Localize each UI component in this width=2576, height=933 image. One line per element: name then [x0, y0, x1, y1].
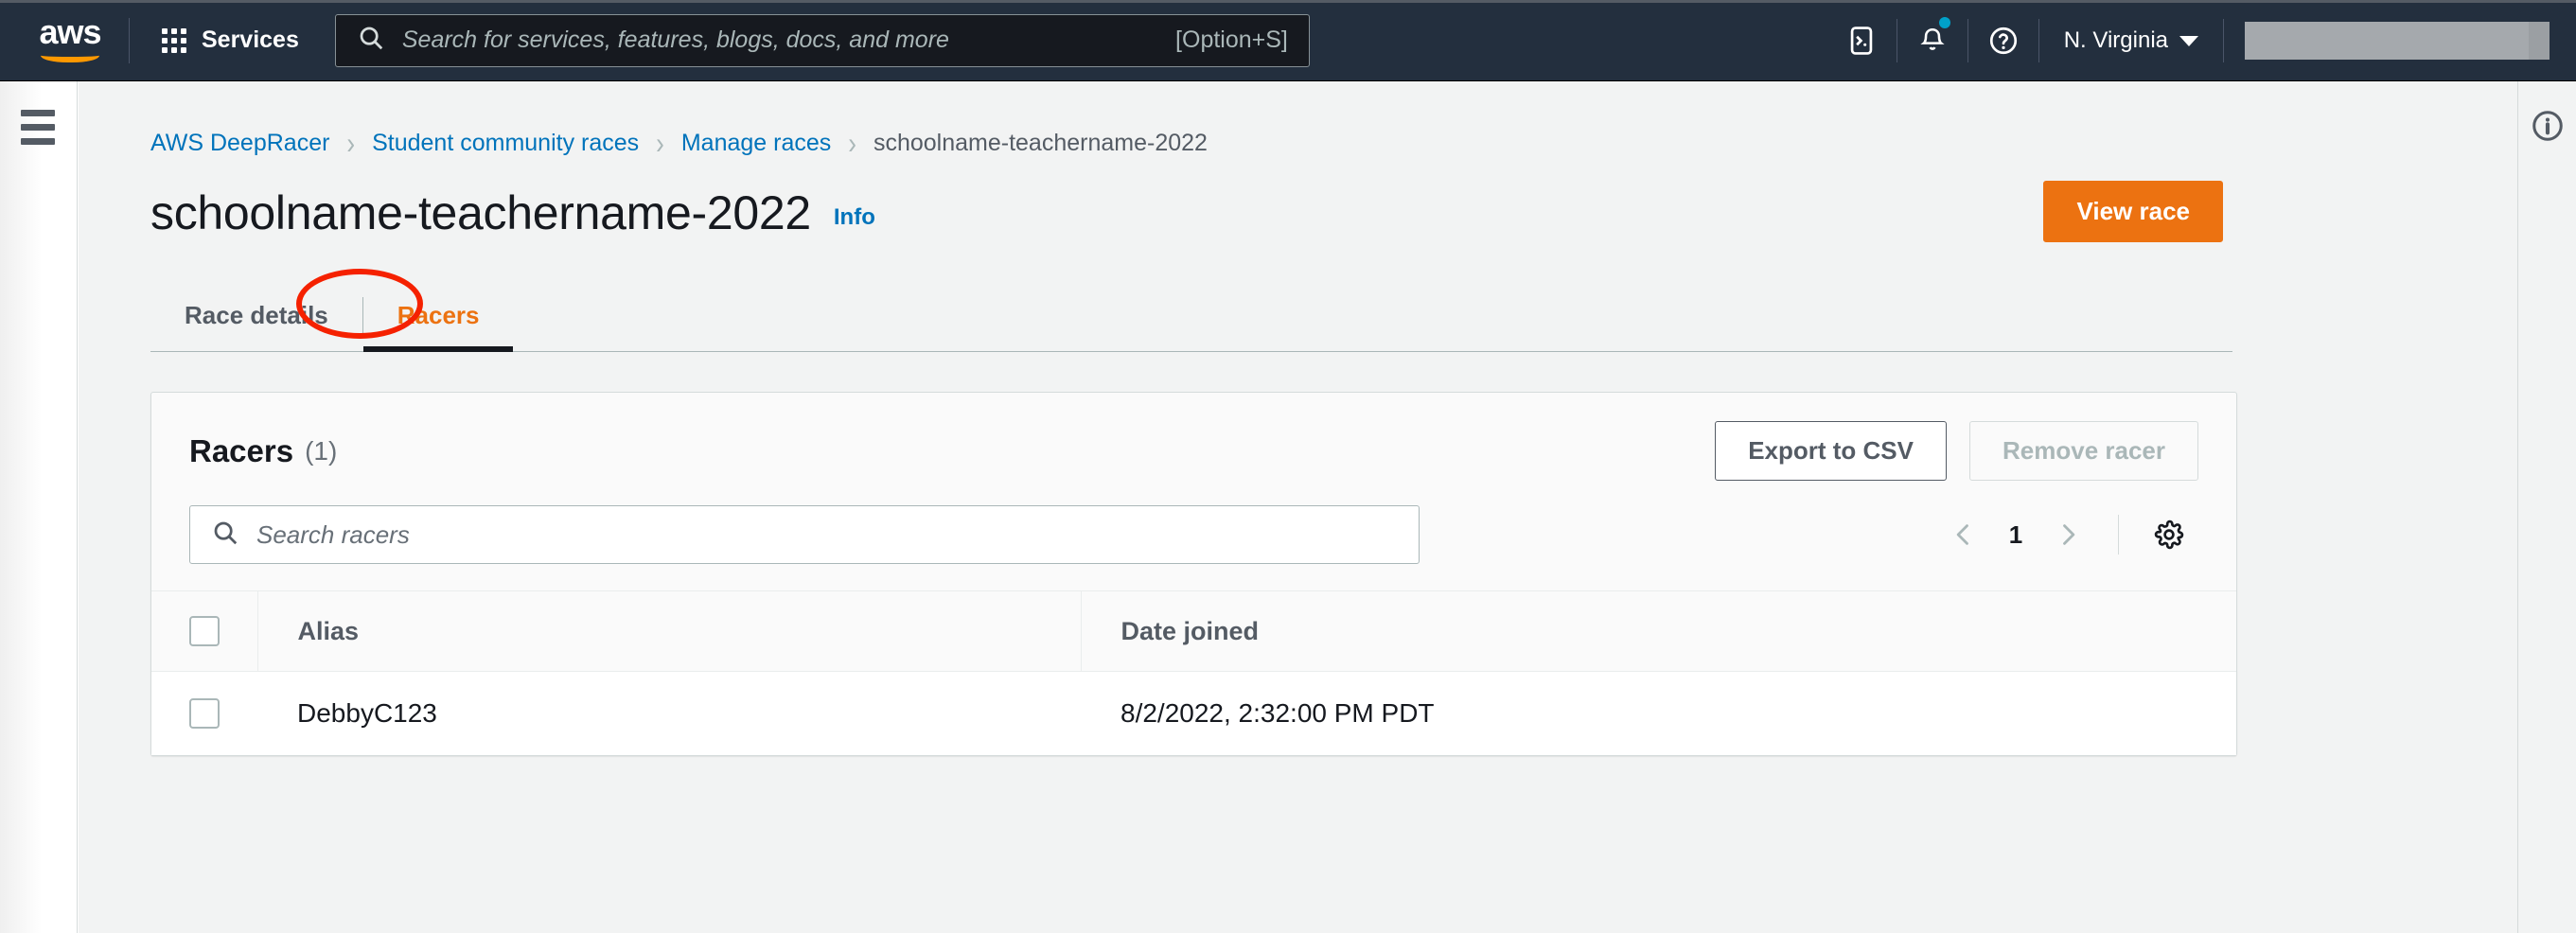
gear-icon [2153, 519, 2185, 551]
global-search-input[interactable]: Search for services, features, blogs, do… [335, 14, 1310, 67]
table-preferences-button[interactable] [2140, 505, 2198, 564]
pagination-previous-button[interactable] [1934, 505, 1993, 564]
search-icon [211, 519, 239, 552]
aws-global-navigation: aws Services Search for services, featur… [0, 0, 2576, 81]
cloudshell-icon [1845, 25, 1878, 57]
breadcrumb: AWS DeepRacer › Student community races … [150, 127, 2255, 159]
racers-panel: Racers (1) Export to CSV Remove racer Se… [150, 392, 2237, 756]
pagination-separator [2118, 515, 2119, 555]
right-help-rail [2517, 81, 2576, 933]
page-header: schoolname-teachername-2022 Info View ra… [150, 189, 2223, 237]
aws-smile-icon [41, 47, 99, 62]
sidebar-toggle-button[interactable] [21, 110, 55, 145]
pagination-next-button[interactable] [2038, 505, 2097, 564]
cell-alias: DebbyC123 [257, 672, 1081, 755]
breadcrumb-separator-icon: › [656, 125, 664, 162]
tab-bar: Race details Racers [150, 280, 2232, 352]
notifications-button[interactable] [1897, 0, 1967, 80]
tab-race-details-label: Race details [185, 301, 328, 330]
page-title: schoolname-teachername-2022 [150, 189, 811, 237]
help-button[interactable] [1968, 0, 2038, 80]
remove-racer-button: Remove racer [1969, 421, 2198, 481]
chevron-left-icon [1950, 521, 1977, 548]
chevron-right-icon [2055, 521, 2081, 548]
racers-table-head: Alias Date joined [151, 591, 2236, 672]
global-search-shortcut: [Option+S] [1175, 26, 1288, 54]
info-circle-icon [2530, 108, 2566, 144]
table-row[interactable]: DebbyC123 8/2/2022, 2:32:00 PM PDT [151, 672, 2236, 755]
caret-down-icon [2179, 34, 2198, 47]
breadcrumb-item-current: schoolname-teachername-2022 [873, 130, 1208, 157]
pagination-page-1[interactable]: 1 [1993, 520, 2038, 550]
cloudshell-button[interactable] [1826, 0, 1897, 80]
racers-panel-title: Racers [189, 433, 293, 469]
select-all-header [151, 591, 257, 672]
nav-right-cluster: N. Virginia [1826, 0, 2576, 80]
content-wrapper: AWS DeepRacer › Student community races … [79, 81, 2255, 756]
search-racers-placeholder: Search racers [256, 520, 410, 550]
notification-badge-dot [1939, 17, 1950, 28]
breadcrumb-separator-icon: › [848, 125, 856, 162]
account-menu-redacted[interactable] [2245, 22, 2550, 60]
column-header-date-joined[interactable]: Date joined [1081, 591, 2236, 672]
table-header-row: Alias Date joined [151, 591, 2236, 672]
help-panel-toggle[interactable] [2530, 108, 2566, 149]
aws-wordmark: aws [39, 18, 100, 46]
tab-race-details[interactable]: Race details [150, 280, 362, 351]
hamburger-bar [21, 124, 55, 131]
left-navigation-rail [0, 81, 78, 933]
racers-filter-row: Search racers 1 [151, 490, 2236, 590]
export-to-csv-button[interactable]: Export to CSV [1715, 421, 1947, 481]
global-search-placeholder: Search for services, features, blogs, do… [402, 26, 1175, 54]
page-info-link[interactable]: Info [834, 204, 875, 231]
nav-separator [2223, 19, 2224, 62]
racers-table-body: DebbyC123 8/2/2022, 2:32:00 PM PDT [151, 672, 2236, 755]
services-menu-button[interactable]: Services [149, 17, 312, 63]
tab-racers-label: Racers [397, 301, 480, 330]
column-header-alias[interactable]: Alias [257, 591, 1081, 672]
nav-divider [129, 18, 130, 63]
breadcrumb-item-aws-deepracer[interactable]: AWS DeepRacer [150, 130, 329, 157]
row-select-checkbox[interactable] [189, 698, 220, 729]
bell-icon [1917, 26, 1948, 56]
racers-panel-header: Racers (1) Export to CSV Remove racer [151, 393, 2236, 490]
hamburger-bar [21, 138, 55, 145]
search-racers-input[interactable]: Search racers [189, 505, 1420, 564]
breadcrumb-separator-icon: › [346, 125, 355, 162]
breadcrumb-item-manage-races[interactable]: Manage races [681, 130, 831, 157]
search-icon [357, 24, 385, 57]
view-race-button[interactable]: View race [2043, 181, 2223, 242]
tab-racers[interactable]: Racers [363, 280, 514, 351]
row-select-cell [151, 672, 257, 755]
racers-count: (1) [305, 436, 337, 466]
page-content-area: AWS DeepRacer › Student community races … [79, 81, 2517, 933]
aws-logo[interactable]: aws [30, 18, 110, 63]
hamburger-bar [21, 110, 55, 116]
breadcrumb-item-student-community-races[interactable]: Student community races [372, 130, 639, 157]
services-label: Services [202, 26, 299, 54]
nav-top-accent-line [0, 0, 2576, 3]
grid-icon [162, 28, 186, 53]
region-selector[interactable]: N. Virginia [2039, 0, 2223, 80]
racers-table: Alias Date joined DebbyC123 8/2/2022, 2:… [151, 590, 2236, 755]
select-all-checkbox[interactable] [189, 616, 220, 646]
pagination: 1 [1934, 505, 2198, 564]
question-circle-icon [1987, 25, 2020, 57]
region-label: N. Virginia [2064, 27, 2168, 54]
racers-panel-actions: Export to CSV Remove racer [1715, 421, 2198, 481]
cell-date-joined: 8/2/2022, 2:32:00 PM PDT [1081, 672, 2236, 755]
